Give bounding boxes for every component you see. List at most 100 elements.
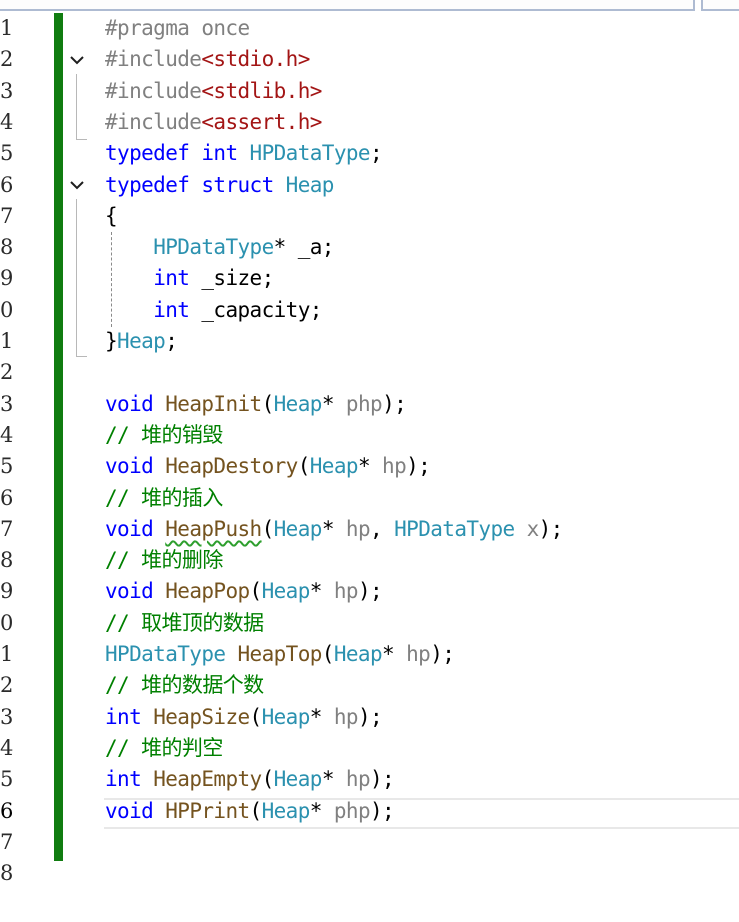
fold-toggle-struct-heap[interactable] bbox=[65, 170, 89, 201]
code-token: hp bbox=[333, 579, 359, 604]
code-token: HeapSize bbox=[153, 704, 250, 729]
code-token: Heap bbox=[261, 579, 311, 604]
line-number: 1 bbox=[0, 642, 14, 666]
code-token: // 堆的删除 bbox=[105, 548, 223, 573]
code-token: ( bbox=[261, 516, 275, 541]
line-number: 5 bbox=[0, 454, 14, 479]
editor-tab-area[interactable] bbox=[0, 0, 695, 11]
code-line[interactable] bbox=[105, 858, 739, 889]
code-line[interactable]: // 堆的插入 bbox=[105, 483, 739, 514]
code-token: php bbox=[345, 391, 383, 416]
code-line[interactable]: // 堆的销毁 bbox=[105, 420, 739, 451]
chevron-down-icon bbox=[70, 56, 84, 65]
code-line[interactable]: #include<stdio.h> bbox=[105, 44, 739, 75]
fold-guide-include bbox=[76, 74, 77, 139]
line-number: 5 bbox=[0, 767, 14, 792]
code-token: { bbox=[105, 203, 118, 228]
code-line[interactable]: }Heap; bbox=[105, 326, 739, 357]
code-token: int bbox=[105, 704, 142, 729]
code-line[interactable]: typedef struct Heap bbox=[105, 170, 739, 201]
code-line[interactable]: #pragma once bbox=[105, 13, 739, 44]
line-number: 4 bbox=[0, 735, 14, 760]
line-number: 0 bbox=[0, 610, 14, 635]
code-token: // 堆的判空 bbox=[105, 735, 223, 760]
code-line[interactable]: #include<assert.h> bbox=[105, 107, 739, 138]
line-number: 4 bbox=[0, 422, 14, 447]
line-number: 5 bbox=[0, 141, 14, 166]
code-token: HPDataType bbox=[394, 516, 515, 541]
code-token: ); bbox=[382, 391, 407, 416]
code-line[interactable]: void HPPrint(Heap* php); bbox=[105, 796, 739, 827]
code-token: int bbox=[153, 266, 190, 291]
fold-guide-struct bbox=[76, 199, 77, 356]
code-line[interactable]: typedef int HPDataType; bbox=[105, 138, 739, 169]
code-token: * _a; bbox=[273, 235, 335, 260]
code-line[interactable]: #include<stdlib.h> bbox=[105, 76, 739, 107]
chevron-down-icon bbox=[70, 181, 84, 190]
code-token: Heap bbox=[273, 767, 323, 792]
code-token: void bbox=[105, 516, 154, 541]
line-number: 7 bbox=[0, 829, 14, 854]
code-line[interactable]: { bbox=[105, 201, 739, 232]
code-token: * bbox=[309, 798, 334, 823]
code-line[interactable]: int HeapSize(Heap* hp); bbox=[105, 702, 739, 733]
line-number: 6 bbox=[0, 798, 14, 823]
code-token: void bbox=[105, 454, 154, 479]
code-line[interactable]: void HeapInit(Heap* php); bbox=[105, 389, 739, 420]
code-token: ); bbox=[357, 704, 383, 729]
code-token: hp bbox=[333, 704, 359, 729]
line-number: 1 bbox=[0, 16, 14, 40]
code-token-warning: HeapPush bbox=[165, 516, 262, 541]
code-line[interactable]: void HeapPush(Heap* hp, HPDataType x); bbox=[105, 514, 739, 545]
editor-tab-overflow[interactable] bbox=[701, 0, 739, 11]
code-token: ); bbox=[430, 642, 455, 666]
code-line[interactable]: void HeapPop(Heap* hp); bbox=[105, 576, 739, 607]
code-token: php bbox=[333, 798, 371, 823]
code-line[interactable]: HPDataType HeapTop(Heap* hp); bbox=[105, 639, 739, 670]
code-token: // 堆的销毁 bbox=[105, 422, 223, 447]
code-line[interactable]: int _size; bbox=[105, 263, 739, 294]
line-number: 4 bbox=[0, 109, 14, 134]
code-token: HeapTop bbox=[237, 642, 322, 666]
code-line[interactable] bbox=[105, 357, 739, 388]
code-line[interactable]: int _capacity; bbox=[105, 295, 739, 326]
line-number-gutter: 1 2 3 4 5 6 7 8 9 0 1 2 3 4 5 6 7 8 9 0 1 2 3 4 5 6 7 8 bbox=[0, 12, 50, 922]
code-token: #include bbox=[105, 47, 202, 72]
line-number: 8 bbox=[0, 235, 14, 260]
fold-toggle-include-block[interactable] bbox=[65, 44, 89, 75]
code-line[interactable]: HPDataType* _a; bbox=[105, 232, 739, 263]
code-line[interactable] bbox=[105, 827, 739, 858]
code-line[interactable]: int HeapEmpty(Heap* hp); bbox=[105, 764, 739, 795]
code-token: hp bbox=[382, 454, 407, 479]
line-number: 6 bbox=[0, 172, 14, 197]
code-token: * bbox=[321, 516, 346, 541]
code-token: ); bbox=[538, 516, 564, 541]
code-token: HPDataType bbox=[153, 235, 274, 260]
code-token: #include bbox=[105, 78, 202, 103]
code-token: HeapDestory bbox=[165, 454, 298, 479]
code-token: Heap bbox=[333, 642, 383, 666]
code-line[interactable]: // 堆的判空 bbox=[105, 733, 739, 764]
code-token: * bbox=[309, 579, 334, 604]
line-number: 9 bbox=[0, 266, 14, 291]
code-token: ); bbox=[370, 767, 395, 792]
code-line[interactable]: // 堆的删除 bbox=[105, 545, 739, 576]
code-line[interactable]: void HeapDestory(Heap* hp); bbox=[105, 451, 739, 482]
code-token: // 堆的插入 bbox=[105, 485, 223, 510]
code-line[interactable]: // 堆的数据个数 bbox=[105, 670, 739, 701]
code-token: typedef bbox=[105, 141, 190, 166]
code-token: void bbox=[105, 391, 154, 416]
code-token: HeapEmpty bbox=[153, 767, 262, 792]
line-number: 2 bbox=[0, 47, 14, 72]
code-token: ( bbox=[249, 579, 263, 604]
code-line[interactable]: // 取堆顶的数据 bbox=[105, 608, 739, 639]
code-token: , bbox=[370, 516, 395, 541]
